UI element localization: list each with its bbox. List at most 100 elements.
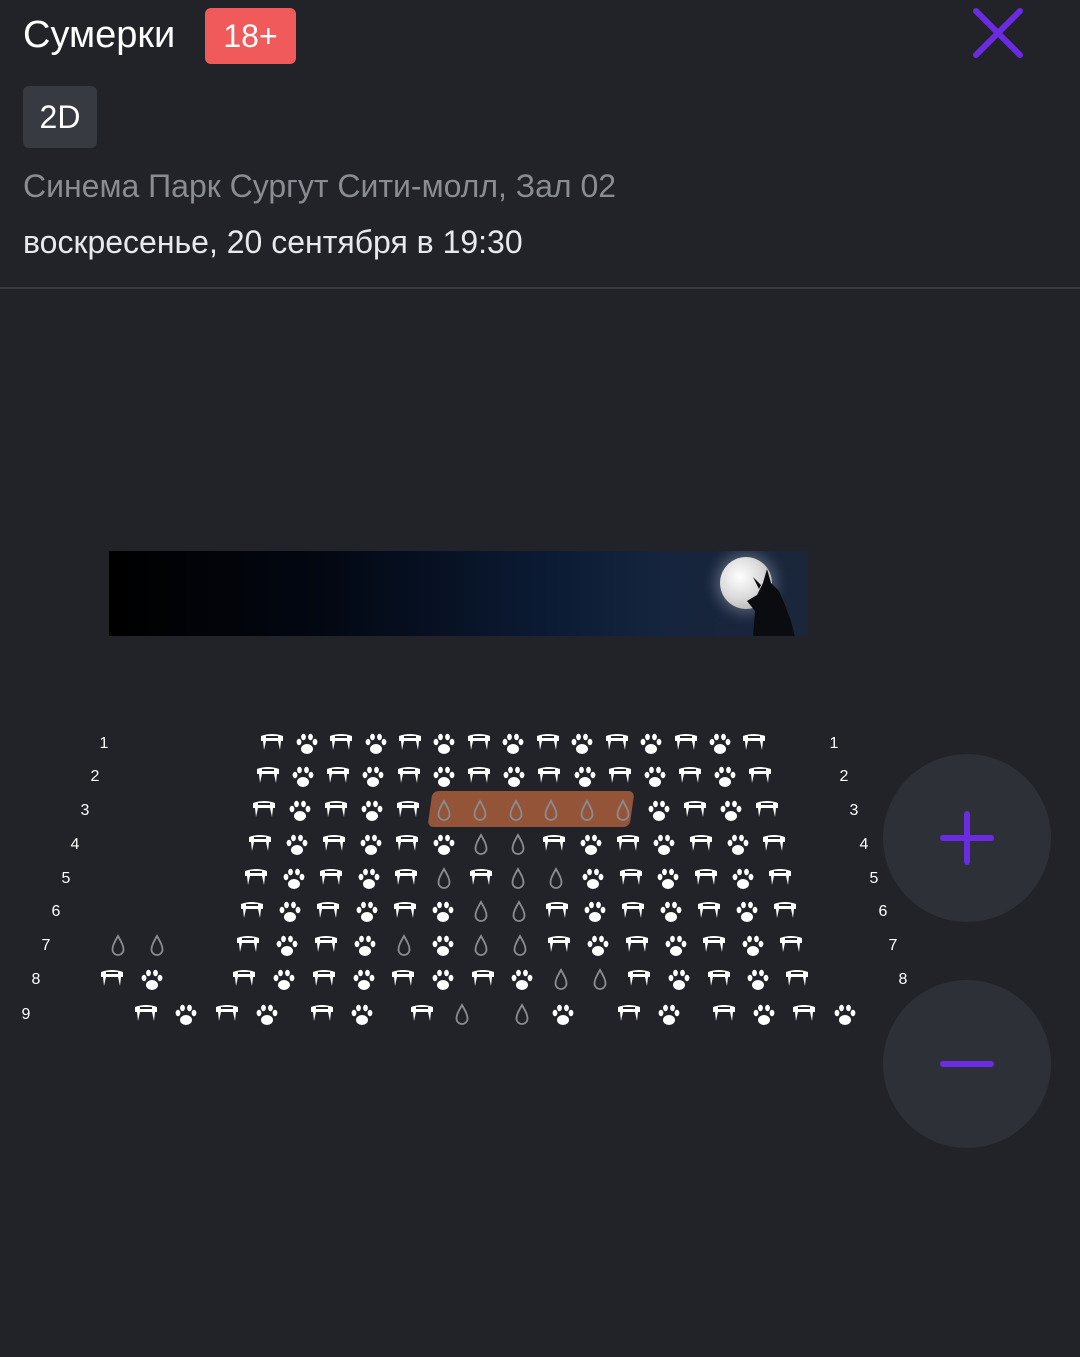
seat-taken-fang-icon[interactable] — [258, 730, 286, 758]
seat-free-drop-icon[interactable] — [430, 797, 458, 825]
seat-taken-paw-icon[interactable] — [654, 865, 682, 893]
seat-taken-paw-icon[interactable] — [357, 831, 385, 859]
seat-taken-paw-icon[interactable] — [637, 730, 665, 758]
seat-free-drop-icon[interactable] — [542, 865, 570, 893]
seat-taken-fang-icon[interactable] — [615, 1001, 643, 1029]
seat-taken-paw-icon[interactable] — [289, 763, 317, 791]
seat-taken-paw-icon[interactable] — [138, 966, 166, 994]
seat-taken-fang-icon[interactable] — [783, 966, 811, 994]
seat-taken-fang-icon[interactable] — [234, 932, 262, 960]
seat-taken-fang-icon[interactable] — [132, 1001, 160, 1029]
seat-taken-paw-icon[interactable] — [717, 797, 745, 825]
seat-taken-paw-icon[interactable] — [358, 797, 386, 825]
seat-taken-paw-icon[interactable] — [276, 898, 304, 926]
seat-taken-fang-icon[interactable] — [394, 797, 422, 825]
seat-taken-paw-icon[interactable] — [579, 865, 607, 893]
seat-taken-fang-icon[interactable] — [705, 966, 733, 994]
seat-free-drop-icon[interactable] — [537, 797, 565, 825]
seat-taken-fang-icon[interactable] — [534, 730, 562, 758]
seat-free-drop-icon[interactable] — [467, 932, 495, 960]
seat-free-drop-icon[interactable] — [502, 797, 530, 825]
seat-taken-fang-icon[interactable] — [392, 865, 420, 893]
seat-taken-fang-icon[interactable] — [692, 865, 720, 893]
seat-taken-paw-icon[interactable] — [571, 763, 599, 791]
seat-taken-fang-icon[interactable] — [393, 831, 421, 859]
seat-taken-paw-icon[interactable] — [350, 966, 378, 994]
seat-taken-fang-icon[interactable] — [314, 898, 342, 926]
seat-taken-paw-icon[interactable] — [429, 898, 457, 926]
seat-free-drop-icon[interactable] — [467, 898, 495, 926]
seat-taken-paw-icon[interactable] — [733, 898, 761, 926]
seat-taken-paw-icon[interactable] — [641, 763, 669, 791]
seat-free-drop-icon[interactable] — [506, 932, 534, 960]
seat-taken-paw-icon[interactable] — [286, 797, 314, 825]
seat-taken-fang-icon[interactable] — [672, 730, 700, 758]
seat-taken-paw-icon[interactable] — [172, 1001, 200, 1029]
seat-taken-fang-icon[interactable] — [760, 831, 788, 859]
seat-taken-paw-icon[interactable] — [283, 831, 311, 859]
seat-taken-paw-icon[interactable] — [270, 966, 298, 994]
seat-taken-fang-icon[interactable] — [771, 898, 799, 926]
seat-taken-fang-icon[interactable] — [710, 1001, 738, 1029]
seat-taken-fang-icon[interactable] — [790, 1001, 818, 1029]
seat-taken-paw-icon[interactable] — [500, 763, 528, 791]
seat-taken-paw-icon[interactable] — [577, 831, 605, 859]
seat-taken-paw-icon[interactable] — [430, 730, 458, 758]
seat-taken-fang-icon[interactable] — [238, 898, 266, 926]
seat-taken-fang-icon[interactable] — [317, 865, 345, 893]
seat-taken-fang-icon[interactable] — [766, 865, 794, 893]
seat-taken-fang-icon[interactable] — [320, 831, 348, 859]
seat-taken-paw-icon[interactable] — [584, 932, 612, 960]
seat-taken-fang-icon[interactable] — [391, 898, 419, 926]
seat-taken-paw-icon[interactable] — [508, 966, 536, 994]
seat-taken-fang-icon[interactable] — [230, 966, 258, 994]
seat-taken-paw-icon[interactable] — [665, 966, 693, 994]
seat-taken-fang-icon[interactable] — [625, 966, 653, 994]
seat-taken-paw-icon[interactable] — [499, 730, 527, 758]
seat-taken-fang-icon[interactable] — [327, 730, 355, 758]
seat-taken-fang-icon[interactable] — [250, 797, 278, 825]
seat-taken-paw-icon[interactable] — [739, 932, 767, 960]
seat-taken-paw-icon[interactable] — [750, 1001, 778, 1029]
seat-taken-fang-icon[interactable] — [396, 730, 424, 758]
seat-taken-paw-icon[interactable] — [355, 865, 383, 893]
seat-free-drop-icon[interactable] — [508, 1001, 536, 1029]
seat-free-drop-icon[interactable] — [504, 831, 532, 859]
seat-taken-paw-icon[interactable] — [724, 831, 752, 859]
seat-taken-fang-icon[interactable] — [777, 932, 805, 960]
zoom-in-button[interactable] — [883, 754, 1051, 922]
seat-taken-fang-icon[interactable] — [408, 1001, 436, 1029]
seat-taken-fang-icon[interactable] — [695, 898, 723, 926]
seat-taken-paw-icon[interactable] — [359, 763, 387, 791]
seat-taken-fang-icon[interactable] — [543, 898, 571, 926]
seat-free-drop-icon[interactable] — [609, 797, 637, 825]
seat-taken-paw-icon[interactable] — [831, 1001, 859, 1029]
seat-taken-paw-icon[interactable] — [711, 763, 739, 791]
seat-free-drop-icon[interactable] — [586, 966, 614, 994]
seat-taken-paw-icon[interactable] — [657, 898, 685, 926]
close-button[interactable] — [968, 3, 1028, 63]
seat-taken-paw-icon[interactable] — [353, 898, 381, 926]
seat-taken-paw-icon[interactable] — [549, 1001, 577, 1029]
seat-free-drop-icon[interactable] — [573, 797, 601, 825]
seat-free-drop-icon[interactable] — [143, 932, 171, 960]
seat-taken-fang-icon[interactable] — [606, 763, 634, 791]
seat-taken-fang-icon[interactable] — [746, 763, 774, 791]
seat-taken-fang-icon[interactable] — [545, 932, 573, 960]
seat-taken-fang-icon[interactable] — [469, 966, 497, 994]
seat-taken-fang-icon[interactable] — [603, 730, 631, 758]
seat-taken-paw-icon[interactable] — [273, 932, 301, 960]
seat-taken-paw-icon[interactable] — [348, 1001, 376, 1029]
seat-taken-paw-icon[interactable] — [662, 932, 690, 960]
seat-taken-paw-icon[interactable] — [429, 966, 457, 994]
seat-taken-fang-icon[interactable] — [700, 932, 728, 960]
seat-taken-fang-icon[interactable] — [535, 763, 563, 791]
seat-free-drop-icon[interactable] — [104, 932, 132, 960]
seat-taken-fang-icon[interactable] — [687, 831, 715, 859]
seat-free-drop-icon[interactable] — [466, 797, 494, 825]
seat-taken-paw-icon[interactable] — [729, 865, 757, 893]
seat-taken-fang-icon[interactable] — [395, 763, 423, 791]
seat-taken-paw-icon[interactable] — [351, 932, 379, 960]
seat-free-drop-icon[interactable] — [505, 898, 533, 926]
seat-taken-fang-icon[interactable] — [681, 797, 709, 825]
